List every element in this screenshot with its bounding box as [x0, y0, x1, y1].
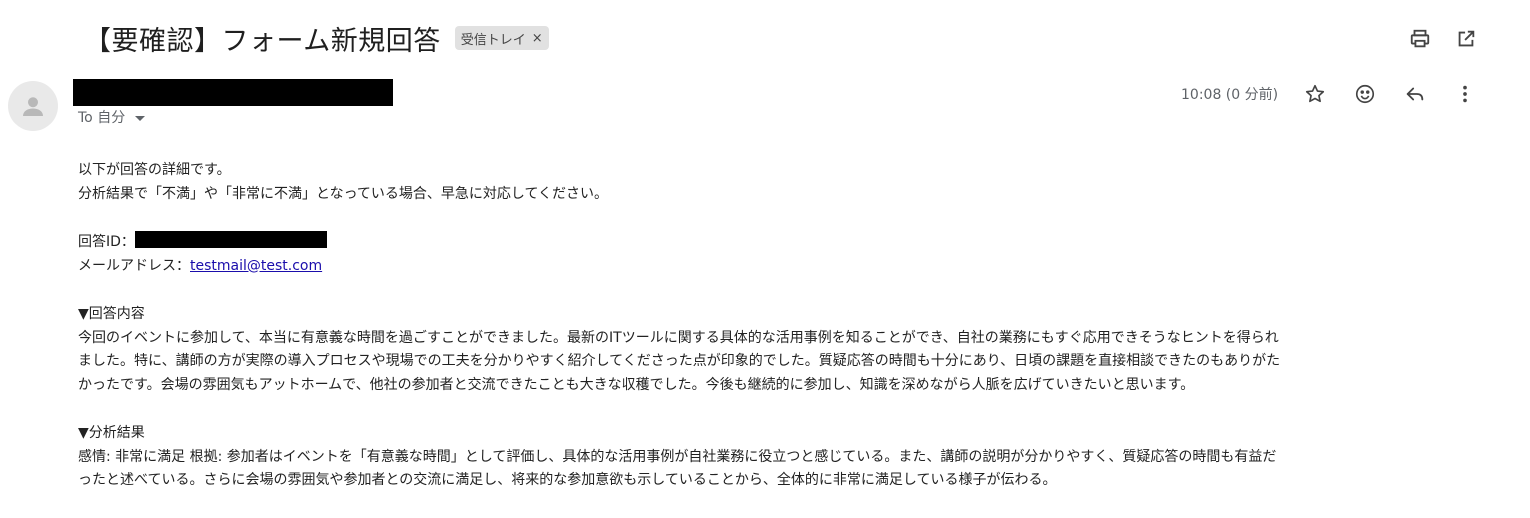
subject-row: 【要確認】フォーム新規回答 受信トレイ × — [84, 18, 549, 58]
emoji-icon[interactable] — [1353, 82, 1377, 106]
message-timestamp: 10:08 (0 分前) — [1181, 87, 1279, 103]
email-view: 【要確認】フォーム新規回答 受信トレイ × To 自分 10:08 (0 分前)… — [0, 0, 1530, 518]
chevron-down-icon — [135, 115, 146, 121]
analysis-heading: ▼分析結果 — [78, 425, 145, 441]
recipient-text: To 自分 — [78, 110, 126, 126]
print-icon[interactable] — [1408, 27, 1432, 51]
email-subject: 【要確認】フォーム新規回答 — [84, 25, 441, 57]
response-id-redacted — [134, 231, 327, 248]
inbox-label-chip[interactable]: 受信トレイ × — [454, 26, 549, 50]
label-chip-text: 受信トレイ — [460, 32, 526, 48]
person-icon — [23, 97, 43, 116]
star-icon[interactable] — [1303, 82, 1327, 106]
recipient-details-toggle[interactable]: To 自分 — [78, 107, 146, 127]
analysis-text: ったと述べている。さらに会場の雰囲気や参加者との交流に満足し、将来的な参加意欲も… — [78, 472, 1057, 488]
reply-icon[interactable] — [1403, 82, 1427, 106]
email-body: 以下が回答の詳細です。 分析結果で「不満」や「非常に不満」となっている場合、早急… — [78, 159, 1478, 493]
response-text: ました。特に、講師の方が実際の導入プロセスや現場での工夫を分かりやすく紹介してく… — [78, 353, 1281, 369]
response-id-label: 回答ID： — [78, 234, 135, 250]
email-address-link[interactable]: testmail@test.com — [190, 258, 322, 274]
email-address-label: メールアドレス： — [78, 257, 190, 274]
analysis-text: 感情: 非常に満足 根拠: 参加者はイベントを「有意義な時間」として評価し、具体… — [78, 448, 1277, 465]
response-text: かったです。会場の雰囲気もアットホームで、他社の参加者と交流できたことも大きな収… — [78, 376, 1195, 393]
open-in-new-window-icon[interactable] — [1454, 27, 1478, 51]
response-id-line: 回答ID： — [78, 231, 1478, 255]
sender-avatar[interactable] — [8, 81, 58, 131]
body-text: 分析結果で「不満」や「非常に不満」となっている場合、早急に対応してください。 — [78, 185, 609, 202]
more-vert-icon[interactable] — [1453, 82, 1477, 106]
response-text: 今回のイベントに参加して、本当に有意義な時間を過ごすことができました。最新のIT… — [78, 329, 1279, 346]
remove-label-button[interactable]: × — [532, 31, 543, 46]
email-address-line: メールアドレス：testmail@test.com — [78, 255, 1478, 279]
body-text: 以下が回答の詳細です。 — [78, 162, 231, 178]
sender-name-redacted — [73, 79, 393, 106]
message-actions — [1303, 82, 1477, 106]
thread-actions — [1408, 27, 1478, 51]
response-heading: ▼回答内容 — [78, 306, 145, 322]
